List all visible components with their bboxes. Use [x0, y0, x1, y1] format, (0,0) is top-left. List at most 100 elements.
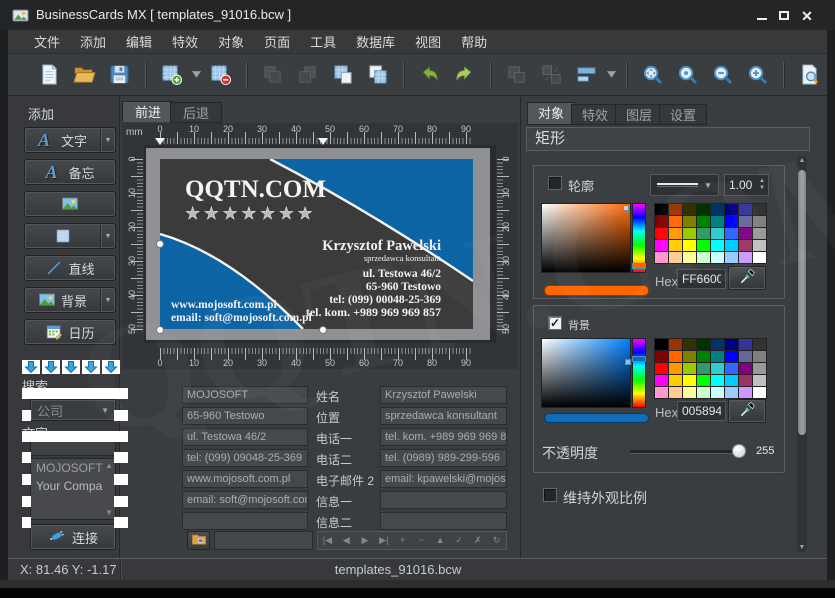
spin-down-icon[interactable]: ▼: [756, 185, 768, 192]
align-button[interactable]: [575, 61, 598, 88]
palette-swatch[interactable]: [669, 228, 682, 239]
palette-swatch[interactable]: [697, 351, 710, 362]
nav-delete-button[interactable]: −: [412, 532, 431, 549]
palette-swatch[interactable]: [655, 240, 668, 251]
zoom-fit-button[interactable]: [641, 61, 664, 88]
palette-swatch[interactable]: [739, 363, 752, 374]
palette-swatch[interactable]: [711, 351, 724, 362]
palette-swatch[interactable]: [711, 339, 724, 350]
scroll-up-icon[interactable]: ▲: [105, 461, 113, 470]
menu-item-4[interactable]: 特效: [162, 30, 208, 53]
download-arrow-icon[interactable]: [102, 360, 120, 374]
palette-swatch[interactable]: [725, 351, 738, 362]
palette-swatch[interactable]: [683, 204, 696, 215]
record-field-right[interactable]: tel. (0989) 989-299-596: [380, 449, 507, 467]
palette-swatch[interactable]: [711, 252, 724, 263]
business-card[interactable]: QQTN.COM ★★★★★★★ Krzysztof Pawelski sprz…: [160, 159, 473, 329]
palette-swatch[interactable]: [697, 375, 710, 386]
record-field-right[interactable]: [380, 491, 507, 509]
palette-swatch[interactable]: [669, 351, 682, 362]
palette-swatch[interactable]: [739, 216, 752, 227]
palette-swatch[interactable]: [655, 351, 668, 362]
nav-next-button[interactable]: ▶: [356, 532, 375, 549]
clone-button[interactable]: [366, 61, 389, 88]
save-button[interactable]: [108, 61, 131, 88]
palette-swatch[interactable]: [725, 375, 738, 386]
record-field-right[interactable]: Krzysztof Pawelski: [380, 386, 507, 404]
palette-swatch[interactable]: [753, 240, 766, 251]
add-note-button[interactable]: A备忘: [24, 159, 116, 185]
record-field-right[interactable]: tel. kom. +989 969 969 8: [380, 428, 507, 446]
fill-checkbox[interactable]: [548, 316, 562, 330]
menu-item-3[interactable]: 编辑: [116, 30, 162, 53]
palette-swatch[interactable]: [683, 216, 696, 227]
palette-swatch[interactable]: [655, 363, 668, 374]
palette-swatch[interactable]: [697, 339, 710, 350]
new-document-button[interactable]: [38, 61, 61, 88]
palette-swatch[interactable]: [725, 216, 738, 227]
palette-swatch[interactable]: [669, 216, 682, 227]
palette-swatch[interactable]: [669, 363, 682, 374]
zoom-actual-button[interactable]: [676, 61, 699, 88]
print-preview-button[interactable]: [798, 61, 821, 88]
nav-prev-button[interactable]: ◀: [337, 532, 356, 549]
nav-refresh-button[interactable]: ↻: [487, 532, 506, 549]
opacity-slider[interactable]: [630, 450, 742, 454]
palette-swatch[interactable]: [753, 375, 766, 386]
menu-item-2[interactable]: 添加: [70, 30, 116, 53]
image-path-field[interactable]: [214, 531, 313, 550]
load-image-button[interactable]: [187, 531, 210, 550]
palette-swatch[interactable]: [655, 216, 668, 227]
palette-swatch[interactable]: [739, 204, 752, 215]
palette-swatch[interactable]: [697, 216, 710, 227]
palette-swatch[interactable]: [669, 252, 682, 263]
palette-swatch[interactable]: [683, 363, 696, 374]
palette-swatch[interactable]: [725, 240, 738, 251]
palette-swatch[interactable]: [669, 387, 682, 398]
outline-sv-picker[interactable]: [541, 203, 631, 273]
palette-swatch[interactable]: [725, 228, 738, 239]
fill-hex-input[interactable]: [677, 401, 726, 421]
list-item[interactable]: Your Compa: [31, 477, 115, 495]
nav-post-button[interactable]: ✓: [450, 532, 469, 549]
add-shape-button[interactable]: ▼: [24, 223, 116, 249]
menu-item-8[interactable]: 数据库: [346, 30, 405, 53]
record-field-left[interactable]: 65-960 Testowo: [182, 407, 308, 425]
palette-swatch[interactable]: [711, 228, 724, 239]
duplicate-button[interactable]: [331, 61, 354, 88]
palette-swatch[interactable]: [753, 339, 766, 350]
opacity-slider-handle[interactable]: [732, 444, 746, 458]
company-dropdown[interactable]: 公司 ▼: [30, 399, 116, 421]
palette-swatch[interactable]: [683, 375, 696, 386]
nav-edit-button[interactable]: ▲: [431, 532, 450, 549]
palette-swatch[interactable]: [711, 216, 724, 227]
palette-swatch[interactable]: [697, 228, 710, 239]
palette-swatch[interactable]: [683, 387, 696, 398]
download-arrow-icon[interactable]: [22, 360, 40, 374]
palette-swatch[interactable]: [697, 204, 710, 215]
line-style-dropdown[interactable]: ▼: [650, 174, 719, 196]
chevron-down-icon[interactable]: ▼: [100, 224, 115, 248]
nav-insert-button[interactable]: +: [393, 532, 412, 549]
scroll-down-icon[interactable]: ▼: [105, 508, 113, 517]
download-arrow-icon[interactable]: [42, 360, 60, 374]
palette-swatch[interactable]: [739, 375, 752, 386]
palette-swatch[interactable]: [711, 375, 724, 386]
download-arrow-icon[interactable]: [82, 360, 100, 374]
card-page[interactable]: QQTN.COM ★★★★★★★ Krzysztof Pawelski sprz…: [146, 148, 490, 340]
template-listbox[interactable]: MOJOSOFTYour Compa▲▼: [30, 458, 116, 520]
palette-swatch[interactable]: [725, 339, 738, 350]
palette-swatch[interactable]: [725, 204, 738, 215]
open-folder-button[interactable]: [73, 61, 96, 88]
palette-swatch[interactable]: [753, 351, 766, 362]
chevron-down-icon[interactable]: ▼: [100, 128, 115, 152]
scrollbar-thumb[interactable]: [798, 170, 806, 435]
palette-swatch[interactable]: [697, 387, 710, 398]
close-button[interactable]: ✕: [797, 8, 817, 24]
outline-eyedropper-button[interactable]: [728, 266, 766, 290]
palette-swatch[interactable]: [683, 351, 696, 362]
palette-swatch[interactable]: [697, 252, 710, 263]
record-field-left[interactable]: [182, 512, 308, 530]
download-arrow-icon[interactable]: [62, 360, 80, 374]
selection-handle[interactable]: [156, 326, 164, 334]
